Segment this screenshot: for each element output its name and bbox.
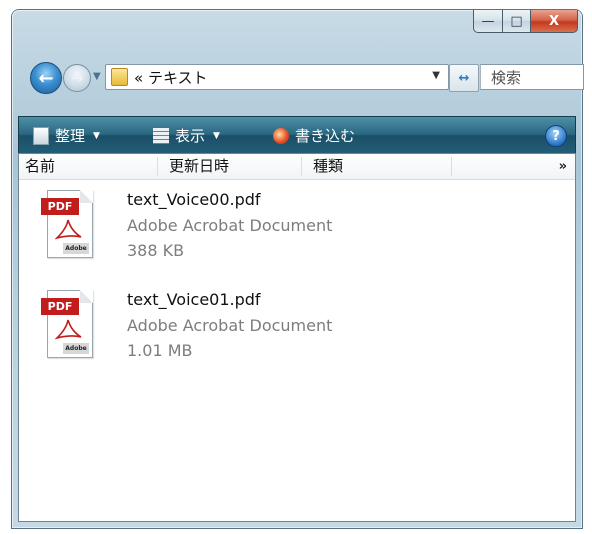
minimize-icon: — <box>481 13 495 29</box>
file-list-pane: 名前 更新日時 種類 » PDF Adobe text_Voice00.pdf … <box>18 153 576 522</box>
pdf-file-icon: PDF Adobe <box>41 190 93 258</box>
close-button[interactable]: X <box>531 10 578 33</box>
forward-button[interactable]: → <box>63 64 91 92</box>
views-icon <box>153 127 169 144</box>
refresh-icon: ↔ <box>458 70 470 86</box>
column-divider[interactable] <box>157 157 158 176</box>
command-bar: 整理 ▼ 表示 ▼ 書き込む ? <box>18 116 576 154</box>
list-item[interactable]: PDF Adobe text_Voice01.pdf Adobe Acrobat… <box>19 284 359 384</box>
column-header: 名前 更新日時 種類 » <box>19 154 575 180</box>
explorer-window: — □ X ← → ▼ « テキスト ▼ ↔ 検索 整理 ▼ 表示 ▼ 書き込む <box>12 10 584 528</box>
address-path: « テキスト <box>134 69 208 87</box>
address-toolbar: ← → ▼ « テキスト ▼ ↔ 検索 <box>12 60 584 94</box>
column-name[interactable]: 名前 <box>25 154 55 179</box>
burn-button[interactable]: 書き込む <box>273 125 355 146</box>
folder-icon <box>111 68 128 86</box>
more-columns-button[interactable]: » <box>559 154 567 179</box>
adobe-label: Adobe <box>63 243 89 254</box>
chevron-down-icon: ▼ <box>93 130 100 141</box>
column-type[interactable]: 種類 <box>313 154 343 179</box>
pdf-badge: PDF <box>41 198 79 215</box>
search-input[interactable]: 検索 <box>480 64 584 90</box>
close-icon: X <box>548 13 560 29</box>
acrobat-logo-icon <box>55 219 82 240</box>
page-fold <box>80 190 93 203</box>
burn-disc-icon <box>273 127 289 144</box>
file-name: text_Voice01.pdf <box>127 290 261 309</box>
help-icon: ? <box>552 128 560 144</box>
acrobat-logo-icon <box>55 319 82 340</box>
column-divider[interactable] <box>301 157 302 176</box>
minimize-button[interactable]: — <box>473 10 503 33</box>
back-arrow-icon: ← <box>38 67 54 89</box>
forward-arrow-icon: → <box>70 69 84 87</box>
pdf-file-icon: PDF Adobe <box>41 290 93 358</box>
chevron-down-icon: ▼ <box>213 130 220 141</box>
adobe-label: Adobe <box>63 343 89 354</box>
views-label: 表示 <box>175 127 206 145</box>
address-field[interactable]: « テキスト ▼ <box>105 64 449 90</box>
refresh-button[interactable]: ↔ <box>449 64 479 92</box>
organize-label: 整理 <box>55 127 86 145</box>
back-button[interactable]: ← <box>30 62 62 94</box>
file-type: Adobe Acrobat Document <box>127 316 333 335</box>
list-item[interactable]: PDF Adobe text_Voice00.pdf Adobe Acrobat… <box>19 184 359 284</box>
help-button[interactable]: ? <box>545 125 567 147</box>
file-type: Adobe Acrobat Document <box>127 216 333 235</box>
pdf-badge: PDF <box>41 298 79 315</box>
organize-icon <box>33 126 49 145</box>
page-fold <box>80 290 93 303</box>
file-size: 388 KB <box>127 241 185 260</box>
search-placeholder: 検索 <box>491 69 522 87</box>
address-dropdown-icon[interactable]: ▼ <box>432 70 440 81</box>
file-name: text_Voice00.pdf <box>127 190 261 209</box>
maximize-icon: □ <box>510 13 523 29</box>
organize-button[interactable]: 整理 ▼ <box>33 125 100 146</box>
recent-pages-dropdown[interactable]: ▼ <box>93 71 101 82</box>
file-size: 1.01 MB <box>127 341 193 360</box>
views-button[interactable]: 表示 ▼ <box>153 125 220 146</box>
burn-label: 書き込む <box>295 127 356 145</box>
column-date-modified[interactable]: 更新日時 <box>169 154 229 179</box>
maximize-button[interactable]: □ <box>503 10 531 33</box>
window-controls: — □ X <box>473 10 578 34</box>
column-divider[interactable] <box>451 157 452 176</box>
